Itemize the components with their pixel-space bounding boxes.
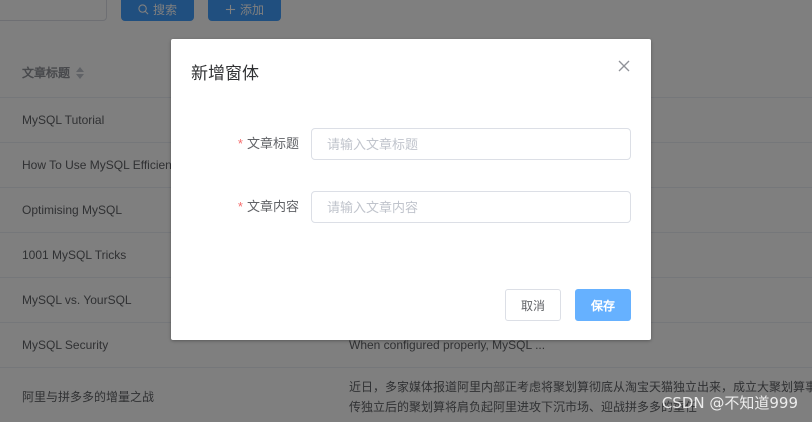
content-field-label: * 文章内容 xyxy=(238,191,299,223)
save-button[interactable]: 保存 xyxy=(575,289,631,321)
title-label-text: 文章标题 xyxy=(246,136,299,151)
form-item-content: * 文章内容 xyxy=(171,191,651,223)
title-field-label: * 文章标题 xyxy=(238,128,299,160)
close-icon[interactable] xyxy=(617,59,631,73)
content-input[interactable] xyxy=(311,191,631,223)
watermark: CSDN @不知道999 xyxy=(661,394,798,412)
add-article-dialog: 新增窗体 *文章标题 *文章内容 取消 保存 xyxy=(171,39,651,340)
required-mark: * xyxy=(237,199,243,214)
cancel-button[interactable]: 取消 xyxy=(505,289,561,321)
form-item-title: * 文章标题 xyxy=(171,128,651,160)
dialog-title: 新增窗体 xyxy=(191,64,259,83)
content-label-text: 文章内容 xyxy=(246,199,299,214)
title-input[interactable] xyxy=(311,128,631,160)
required-mark: * xyxy=(237,136,243,151)
